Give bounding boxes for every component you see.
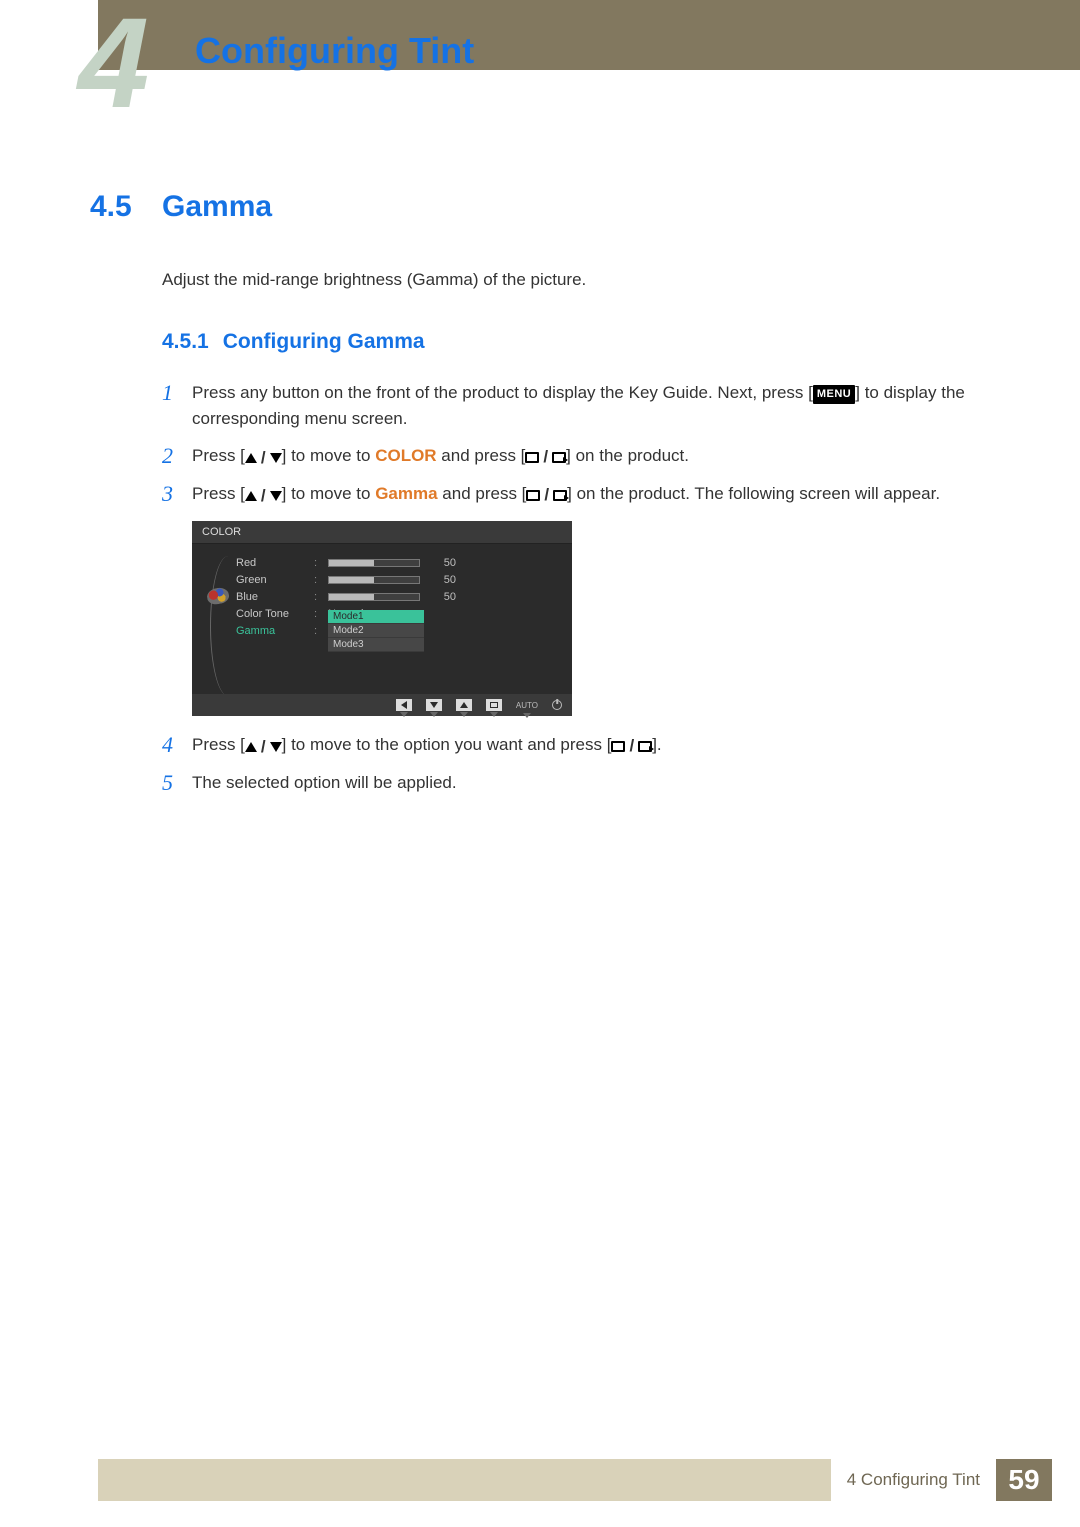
section-intro: Adjust the mid-range brightness (Gamma) … bbox=[162, 270, 990, 290]
power-icon bbox=[552, 700, 562, 710]
enter-icon bbox=[553, 490, 567, 501]
subsection-title: Configuring Gamma bbox=[223, 330, 425, 353]
osd-nav-left-icon bbox=[396, 699, 412, 711]
step-1: 1 Press any button on the front of the p… bbox=[162, 380, 990, 433]
osd-nav-down-icon bbox=[426, 699, 442, 711]
subsection-heading: 4.5.1 Configuring Gamma bbox=[162, 330, 990, 354]
enter-icon bbox=[638, 741, 652, 752]
step-number: 4 bbox=[162, 732, 192, 760]
section-number: 4.5 bbox=[90, 190, 162, 224]
step-4: 4 Press [/] to move to the option you wa… bbox=[162, 732, 990, 760]
chapter-number-bg: 4 bbox=[78, 0, 141, 137]
up-arrow-icon bbox=[245, 491, 257, 501]
down-arrow-icon bbox=[270, 453, 282, 463]
step-number: 3 bbox=[162, 481, 192, 509]
source-icon bbox=[525, 452, 539, 463]
slider-bar bbox=[328, 559, 420, 567]
header-band bbox=[0, 0, 1080, 70]
osd-row-gamma: Gamma : Mode1 Mode2 Mode3 bbox=[236, 622, 560, 639]
step-2: 2 Press [/] to move to COLOR and press [… bbox=[162, 443, 990, 471]
source-icon bbox=[611, 741, 625, 752]
keyword-gamma: Gamma bbox=[375, 484, 437, 503]
dropdown-option: Mode2 bbox=[328, 624, 424, 638]
osd-title: COLOR bbox=[192, 521, 572, 544]
osd-row-green: Green : 50 bbox=[236, 571, 560, 588]
subsection-number: 4.5.1 bbox=[162, 330, 209, 353]
slider-bar bbox=[328, 576, 420, 584]
menu-button-icon: MENU bbox=[813, 385, 855, 404]
osd-enter-icon bbox=[486, 699, 502, 711]
step-number: 1 bbox=[162, 380, 192, 433]
source-icon bbox=[526, 490, 540, 501]
slider-bar bbox=[328, 593, 420, 601]
gamma-dropdown: Mode1 Mode2 Mode3 bbox=[328, 610, 424, 652]
footer-page-number: 59 bbox=[996, 1459, 1052, 1501]
up-arrow-icon bbox=[245, 453, 257, 463]
enter-icon bbox=[552, 452, 566, 463]
page-footer: 4 Configuring Tint 59 bbox=[98, 1459, 1052, 1501]
osd-row-red: Red : 50 bbox=[236, 554, 560, 571]
down-arrow-icon bbox=[270, 491, 282, 501]
step-5: 5 The selected option will be applied. bbox=[162, 770, 990, 796]
step-3: 3 Press [/] to move to Gamma and press [… bbox=[162, 481, 990, 509]
page-title: Configuring Tint bbox=[195, 30, 474, 72]
osd-footer: AUTO bbox=[192, 694, 572, 716]
osd-screenshot: COLOR Red : 50 Green : bbox=[192, 521, 572, 716]
osd-nav-up-icon bbox=[456, 699, 472, 711]
dropdown-option: Mode3 bbox=[328, 638, 424, 652]
dropdown-option-selected: Mode1 bbox=[328, 610, 424, 624]
footer-chapter-label: 4 Configuring Tint bbox=[831, 1459, 996, 1501]
keyword-color: COLOR bbox=[375, 446, 436, 465]
osd-auto-label: AUTO bbox=[516, 701, 538, 710]
up-arrow-icon bbox=[245, 742, 257, 752]
step-number: 5 bbox=[162, 770, 192, 796]
step-number: 2 bbox=[162, 443, 192, 471]
section-title: Gamma bbox=[162, 190, 272, 224]
osd-row-blue: Blue : 50 bbox=[236, 588, 560, 605]
section-heading: 4.5 Gamma bbox=[90, 190, 990, 224]
down-arrow-icon bbox=[270, 742, 282, 752]
